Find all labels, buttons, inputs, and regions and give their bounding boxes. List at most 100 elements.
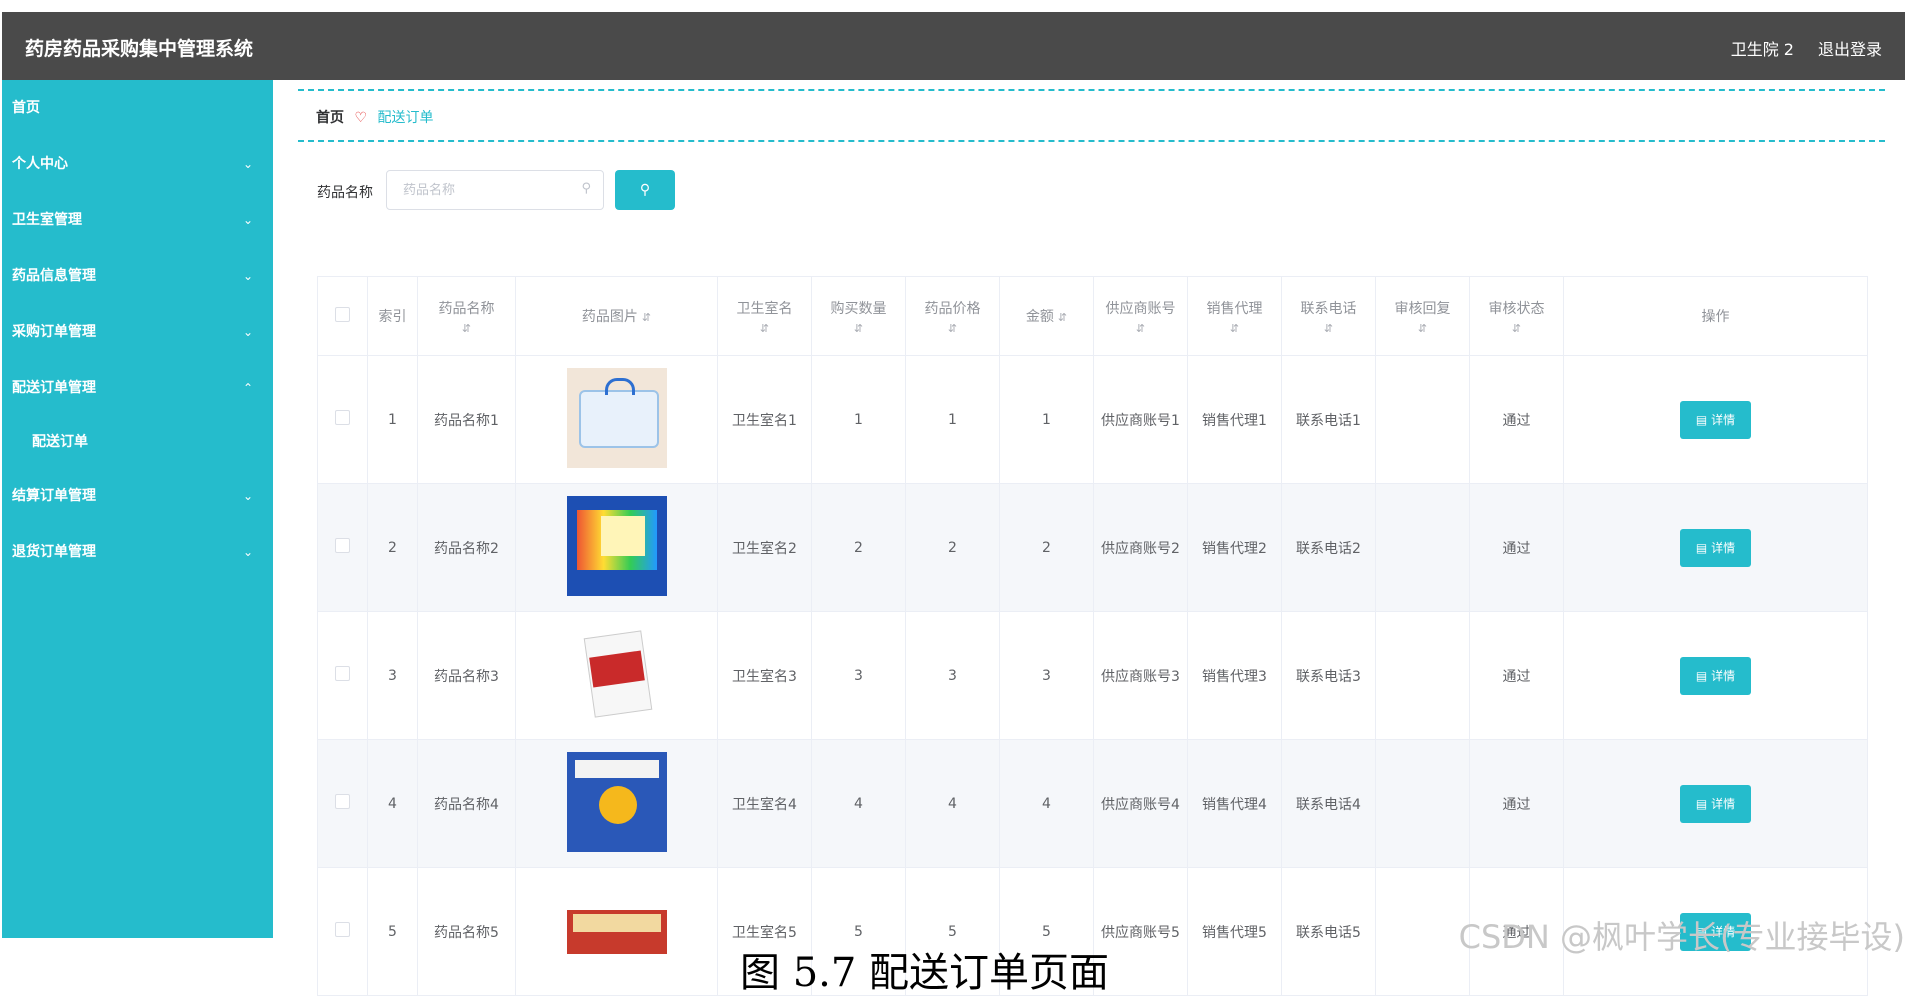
sort-icon[interactable]: ⇵ [1474, 322, 1559, 335]
column-header[interactable]: 审核状态 ⇵ [1469, 276, 1564, 356]
column-header[interactable]: 药品名称 ⇵ [417, 276, 516, 356]
sidebar-item-label: 采购订单管理 [12, 324, 96, 340]
cell-actions: ▤ 详情 [1563, 483, 1868, 612]
sidebar-item-label: 个人中心 [12, 156, 68, 172]
sort-icon[interactable]: ⇵ [642, 311, 651, 324]
sidebar-item-label: 卫生室管理 [12, 212, 82, 228]
cell-quantity: 4 [811, 739, 906, 868]
search-input[interactable] [401, 171, 575, 209]
top-header: 药房药品采购集中管理系统 卫生院 2 退出登录 [2, 12, 1905, 80]
cell-drug-name: 药品名称4 [417, 739, 516, 868]
column-header[interactable]: 联系电话 ⇵ [1281, 276, 1376, 356]
sort-icon[interactable]: ⇵ [422, 322, 511, 335]
cell-amount: 2 [999, 483, 1094, 612]
cell-drug-name: 药品名称5 [417, 867, 516, 996]
cell-phone: 联系电话5 [1281, 867, 1376, 996]
detail-button[interactable]: ▤ 详情 [1680, 528, 1751, 567]
cell-clinic-name: 卫生室名2 [717, 483, 812, 612]
chevron-down-icon: ⌄ [242, 489, 253, 503]
delivery-order-table: 索引 药品名称 ⇵ 药品图片 ⇵ 卫生室名 ⇵ 购买数量 ⇵ 药品价格 ⇵ 金额 ⇵ 供应商… [317, 276, 1868, 996]
column-header[interactable]: 供应商账号 ⇵ [1093, 276, 1188, 356]
column-header[interactable]: 药品价格 ⇵ [905, 276, 1000, 356]
cell-sales-agent: 销售代理4 [1187, 739, 1282, 868]
cell-actions: ▤ 详情 [1563, 739, 1868, 868]
sidebar-subitem-delivery-order[interactable]: 配送订单 [2, 416, 273, 468]
sort-icon[interactable]: ⇵ [1098, 322, 1183, 335]
cell-amount: 3 [999, 611, 1094, 740]
chevron-down-icon: ⌄ [242, 545, 253, 559]
sidebar-item-drug-info[interactable]: 药品信息管理 ⌄ [2, 248, 273, 304]
sort-icon[interactable]: ⇵ [722, 322, 807, 335]
breadcrumb-home[interactable]: 首页 [316, 110, 344, 126]
sort-icon[interactable]: ⇵ [1058, 311, 1067, 324]
row-checkbox[interactable] [335, 666, 350, 681]
sidebar-item-profile[interactable]: 个人中心 ⌄ [2, 136, 273, 192]
column-header[interactable]: 卫生室名 ⇵ [717, 276, 812, 356]
search-button[interactable]: ⚲ [615, 170, 675, 210]
cell-drug-image [515, 483, 718, 612]
column-header[interactable]: 销售代理 ⇵ [1187, 276, 1282, 356]
row-checkbox-cell [317, 355, 368, 484]
cell-review-reply [1375, 867, 1470, 996]
chevron-up-icon: ⌃ [242, 381, 253, 395]
row-checkbox-cell [317, 611, 368, 740]
sidebar-item-purchase-orders[interactable]: 采购订单管理 ⌄ [2, 304, 273, 360]
cell-supplier-account: 供应商账号2 [1093, 483, 1188, 612]
watermark: CSDN @枫叶学长(专业接毕设) [1458, 918, 1905, 956]
sidebar-item-delivery-orders[interactable]: 配送订单管理 ⌃ [2, 360, 273, 416]
cell-quantity: 3 [811, 611, 906, 740]
current-user: 卫生院 2 [1730, 40, 1794, 59]
drug-image [566, 495, 667, 596]
column-header[interactable]: 金额 ⇵ [999, 276, 1094, 356]
row-checkbox[interactable] [335, 538, 350, 553]
column-header[interactable]: 审核回复 ⇵ [1375, 276, 1470, 356]
cell-price: 4 [905, 739, 1000, 868]
cell-clinic-name: 卫生室名1 [717, 355, 812, 484]
sidebar-item-home[interactable]: 首页 [2, 80, 273, 136]
cell-phone: 联系电话1 [1281, 355, 1376, 484]
detail-button[interactable]: ▤ 详情 [1680, 656, 1751, 695]
sidebar-item-return-orders[interactable]: 退货订单管理 ⌄ [2, 524, 273, 580]
sort-icon[interactable]: ⇵ [1286, 322, 1371, 335]
table-row: 4 药品名称4 卫生室名4 4 4 4 供应商账号4 销售代理4 联系电话4 通过 ▤ 详情 [317, 739, 1868, 868]
search-icon: ⚲ [581, 181, 591, 196]
sidebar-item-clinic-management[interactable]: 卫生室管理 ⌄ [2, 192, 273, 248]
column-header[interactable]: 购买数量 ⇵ [811, 276, 906, 356]
cell-quantity: 1 [811, 355, 906, 484]
cell-index: 2 [367, 483, 418, 612]
drug-image [566, 367, 667, 468]
detail-button[interactable]: ▤ 详情 [1680, 400, 1751, 439]
cell-review-reply [1375, 483, 1470, 612]
row-checkbox[interactable] [335, 794, 350, 809]
row-checkbox[interactable] [335, 410, 350, 425]
select-all-checkbox-cell [317, 276, 368, 356]
chevron-down-icon: ⌄ [242, 325, 253, 339]
cell-supplier-account: 供应商账号1 [1093, 355, 1188, 484]
sort-icon[interactable]: ⇵ [1192, 322, 1277, 335]
sidebar-item-settlement-orders[interactable]: 结算订单管理 ⌄ [2, 468, 273, 524]
table-row: 1 药品名称1 卫生室名1 1 1 1 供应商账号1 销售代理1 联系电话1 通过 ▤ 详情 [317, 355, 1868, 484]
chevron-down-icon: ⌄ [242, 269, 253, 283]
table-header-row: 索引 药品名称 ⇵ 药品图片 ⇵ 卫生室名 ⇵ 购买数量 ⇵ 药品价格 ⇵ 金额 ⇵ 供应商… [317, 276, 1868, 356]
cell-review-status: 通过 [1469, 483, 1564, 612]
drug-image [566, 623, 667, 724]
breadcrumb-current: 配送订单 [377, 110, 434, 126]
cell-supplier-account: 供应商账号4 [1093, 739, 1188, 868]
sidebar: 首页 个人中心 ⌄ 卫生室管理 ⌄ 药品信息管理 ⌄ 采购订单管理 ⌄ 配送订单… [2, 80, 273, 938]
cell-actions: ▤ 详情 [1563, 611, 1868, 740]
sidebar-item-label: 首页 [12, 100, 40, 116]
sort-icon[interactable]: ⇵ [910, 322, 995, 335]
select-all-checkbox[interactable] [335, 306, 350, 322]
sort-icon[interactable]: ⇵ [816, 322, 901, 335]
document-icon: ▤ [1695, 668, 1712, 683]
column-header[interactable]: 药品图片 ⇵ [515, 276, 718, 356]
detail-button[interactable]: ▤ 详情 [1680, 784, 1751, 823]
cell-index: 3 [367, 611, 418, 740]
logout-link[interactable]: 退出登录 [1818, 36, 1882, 60]
cell-review-reply [1375, 611, 1470, 740]
sort-icon[interactable]: ⇵ [1380, 322, 1465, 335]
cell-drug-image [515, 867, 718, 996]
cell-phone: 联系电话2 [1281, 483, 1376, 612]
cell-sales-agent: 销售代理5 [1187, 867, 1282, 996]
row-checkbox[interactable] [335, 922, 350, 937]
